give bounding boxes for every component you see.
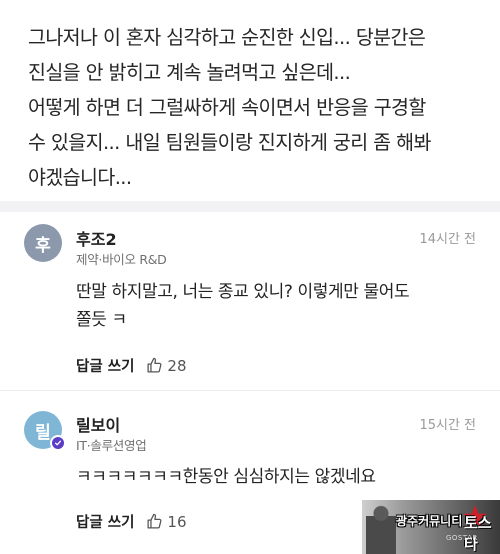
watermark-brand: 토스타 — [464, 514, 492, 553]
comment-author[interactable]: 릴보이 — [76, 412, 120, 436]
comment-item: 후 후조2 제약·바이오 R&D 14시간 전 딴말 하지말고, 너는 종교 있… — [0, 212, 500, 390]
avatar[interactable]: 후 — [24, 224, 62, 262]
watermark-sub: GOSTAR — [446, 534, 478, 542]
comment-author[interactable]: 후조2 — [76, 226, 117, 250]
comment-timestamp: 14시간 전 — [419, 232, 476, 247]
verified-badge-icon — [50, 435, 66, 451]
post-line: 진실을 안 밝히고 계속 놀려먹고 싶은데... — [28, 61, 351, 84]
reply-button[interactable]: 답글 쓰기 — [76, 355, 134, 376]
thumbs-up-icon — [147, 357, 162, 373]
comment-actions: 답글 쓰기 16 — [76, 511, 187, 532]
post-line: 야겠습니다... — [28, 166, 132, 189]
post-line: 수 있을지... 내일 팀원들이랑 진지하게 궁리 좀 해봐 — [28, 131, 431, 154]
comment-text-line: 쫄듯 ㅋ — [76, 310, 127, 330]
comment-text: ㅋㅋㅋㅋㅋㅋㅋ한동안 심심하지는 않겠네요 — [76, 463, 476, 491]
like-count: 16 — [167, 512, 187, 531]
comment-text-line: 딴말 하지말고, 너는 종교 있니? 이렇게만 물어도 — [76, 282, 410, 302]
like-button[interactable]: 28 — [146, 356, 187, 375]
comment-timestamp: 15시간 전 — [419, 418, 476, 433]
section-divider — [0, 201, 500, 212]
comment-text-line: ㅋㅋㅋㅋㅋㅋㅋ한동안 심심하지는 않겠네요 — [76, 467, 376, 487]
post-line: 그나저나 이 혼자 심각하고 순진한 신입... 당분간은 — [28, 26, 426, 49]
post-line: 어떻게 하면 더 그럴싸하게 속이면서 반응을 구경할 — [28, 96, 426, 119]
reply-button[interactable]: 답글 쓰기 — [76, 511, 134, 532]
post-body: 그나저나 이 혼자 심각하고 순진한 신입... 당분간은 진실을 안 밝히고 … — [28, 20, 488, 195]
comment-author-department: IT·솔루션영업 — [76, 438, 147, 453]
comment-actions: 답글 쓰기 28 — [76, 355, 187, 376]
thumbs-up-icon — [147, 513, 162, 529]
soldier-figure-icon — [366, 502, 396, 554]
like-count: 28 — [167, 356, 187, 375]
like-button[interactable]: 16 — [146, 512, 187, 531]
watermark-logo: 광주커뮤니티 토스타 GOSTAR — [362, 500, 500, 554]
watermark-text: 광주커뮤니티 — [396, 514, 463, 528]
comment-author-department: 제약·바이오 R&D — [76, 252, 167, 267]
comment-text: 딴말 하지말고, 너는 종교 있니? 이렇게만 물어도 쫄듯 ㅋ — [76, 278, 476, 334]
